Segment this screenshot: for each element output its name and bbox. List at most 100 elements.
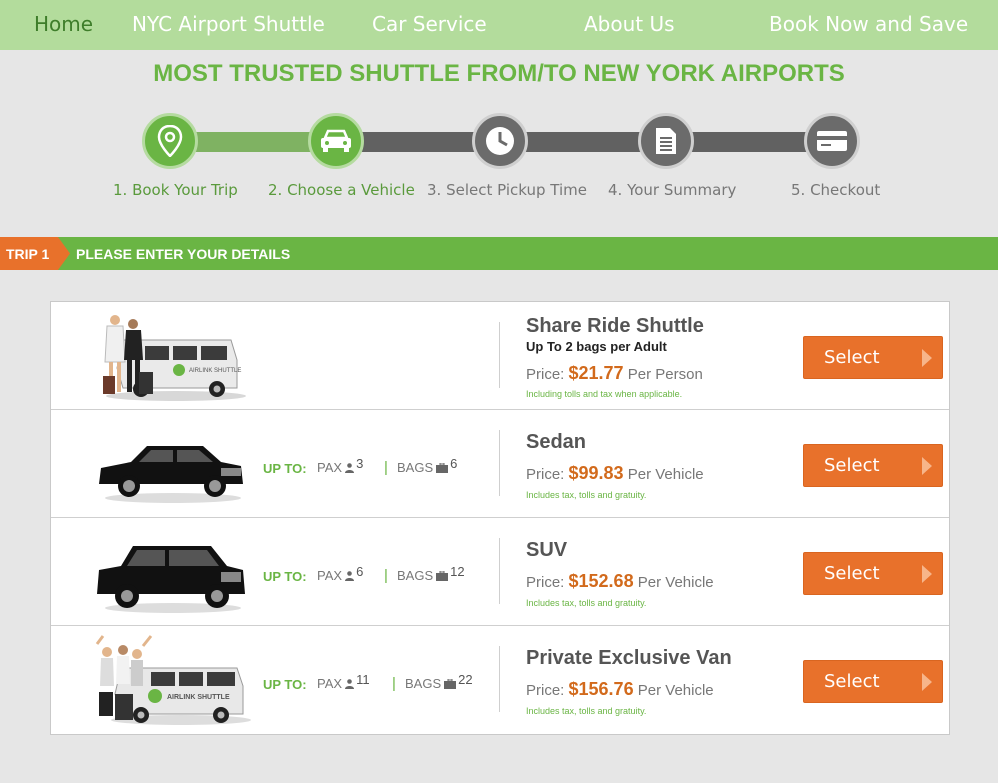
step-3-label[interactable]: 3. Select Pickup Time: [427, 181, 587, 199]
price-amount: $21.77: [568, 363, 624, 383]
row-divider: [499, 646, 500, 712]
select-button-label: Select: [824, 563, 880, 584]
pax-value: 3: [356, 456, 364, 471]
select-button-label: Select: [824, 455, 880, 476]
vehicle-name: Sedan: [526, 431, 587, 453]
select-private-van-button[interactable]: Select: [803, 660, 943, 703]
step-2-circle[interactable]: [308, 113, 364, 169]
vehicle-row-suv: UP TO: PAX 6 | BAGS 12 SUV Price: $152.68 …: [51, 518, 949, 626]
chevron-right-icon: [922, 349, 932, 367]
price-prefix: Price:: [526, 574, 565, 591]
select-sedan-button[interactable]: Select: [803, 444, 943, 487]
bags-label: BAGS: [397, 568, 434, 583]
price-line: Price: $152.68 Per Vehicle: [526, 571, 714, 592]
step-3-circle[interactable]: [472, 113, 528, 169]
trip-title: PLEASE ENTER YOUR DETAILS: [76, 246, 291, 262]
nav-nyc-airport-shuttle[interactable]: NYC Airport Shuttle: [132, 12, 325, 36]
price-note: Includes tax, tolls and gratuity.: [526, 598, 647, 608]
step-5-label[interactable]: 5. Checkout: [791, 181, 880, 199]
bags-value: 6: [450, 456, 458, 471]
capacity-up-to: UP TO:: [263, 461, 307, 476]
nav-book-now[interactable]: Book Now and Save: [769, 12, 968, 36]
vehicle-name: Share Ride Shuttle: [526, 315, 704, 337]
bags-value: 12: [450, 564, 465, 579]
price-note: Including tolls and tax when applicable.: [526, 389, 683, 399]
vehicle-row-private-van: AIRLINK SHUTTLE UP TO: PAX 11 | BAGS 22 Pr…: [51, 626, 949, 734]
trip-header-bar: TRIP 1 PLEASE ENTER YOUR DETAILS: [0, 237, 998, 270]
document-icon: [656, 128, 676, 154]
price-amount: $152.68: [568, 571, 634, 591]
vehicle-name: SUV: [526, 539, 568, 561]
van-logo-text: AIRLINK SHUTTLE: [167, 694, 230, 701]
capacity-up-to: UP TO:: [263, 569, 307, 584]
vehicle-name: Private Exclusive Van: [526, 647, 732, 669]
person-icon: [345, 571, 355, 581]
person-icon: [345, 679, 355, 689]
row-divider: [499, 538, 500, 604]
pax-capacity: PAX 6: [317, 564, 363, 583]
row-divider: [499, 430, 500, 496]
luggage-icon: [436, 463, 449, 473]
sedan-image: [99, 446, 243, 503]
vehicle-list: AIRLINK SHUTTLE Share Ride Shuttle Up To…: [50, 301, 950, 735]
bags-capacity: BAGS 6: [397, 456, 457, 475]
price-note: Includes tax, tolls and gratuity.: [526, 490, 647, 500]
nav-home[interactable]: Home: [34, 12, 93, 36]
select-button-label: Select: [824, 671, 880, 692]
price-prefix: Price:: [526, 366, 565, 383]
pax-label: PAX: [317, 676, 343, 691]
select-button-label: Select: [824, 347, 880, 368]
top-navigation: Home NYC Airport Shuttle Car Service Abo…: [0, 0, 998, 50]
nav-about-us[interactable]: About Us: [584, 12, 675, 36]
pax-capacity: PAX 11: [317, 672, 370, 691]
capacity-separator: |: [392, 675, 396, 692]
vehicle-row-share-ride: AIRLINK SHUTTLE Share Ride Shuttle Up To…: [51, 302, 949, 410]
clock-icon: [486, 127, 514, 155]
pax-capacity: PAX 3: [317, 456, 363, 475]
page-headline: MOST TRUSTED SHUTTLE FROM/TO NEW YORK AI…: [153, 60, 845, 87]
bags-capacity: BAGS 22: [405, 672, 473, 691]
credit-card-icon: [817, 131, 847, 151]
suv-image: [97, 546, 245, 613]
pax-label: PAX: [317, 568, 343, 583]
bags-value: 22: [458, 672, 473, 687]
nav-car-service[interactable]: Car Service: [372, 12, 487, 36]
pax-value: 11: [356, 672, 370, 687]
bags-label: BAGS: [405, 676, 442, 691]
shuttle-van-image: AIRLINK SHUTTLE: [103, 315, 246, 401]
vehicle-row-sedan: UP TO: PAX 3 | BAGS 6 Sedan Price: $99.83 …: [51, 410, 949, 518]
chevron-right-icon: [922, 457, 932, 475]
step-1-label[interactable]: 1. Book Your Trip: [113, 181, 238, 199]
step-2-label[interactable]: 2. Choose a Vehicle: [268, 181, 415, 199]
bags-label: BAGS: [397, 460, 434, 475]
luggage-icon: [436, 571, 449, 581]
price-amount: $99.83: [568, 463, 624, 483]
price-line: Price: $156.76 Per Vehicle: [526, 679, 714, 700]
capacity-up-to: UP TO:: [263, 677, 307, 692]
chevron-right-icon: [922, 673, 932, 691]
select-share-ride-button[interactable]: Select: [803, 336, 943, 379]
step-5-circle[interactable]: [804, 113, 860, 169]
luggage-icon: [444, 679, 457, 689]
select-suv-button[interactable]: Select: [803, 552, 943, 595]
progress-track-remaining: [336, 132, 832, 152]
step-4-circle[interactable]: [638, 113, 694, 169]
step-4-label[interactable]: 4. Your Summary: [608, 181, 736, 199]
price-unit: Per Vehicle: [637, 574, 714, 591]
step-1-circle[interactable]: [142, 113, 198, 169]
car-icon: [321, 129, 351, 152]
price-prefix: Price:: [526, 682, 565, 699]
map-pin-icon: [157, 125, 183, 157]
price-unit: Per Vehicle: [637, 682, 714, 699]
capacity-separator: |: [384, 567, 388, 584]
capacity-separator: |: [384, 459, 388, 476]
van-logo-text: AIRLINK SHUTTLE: [189, 368, 241, 374]
booking-progress: 1. Book Your Trip 2. Choose a Vehicle 3.…: [0, 110, 998, 210]
row-divider: [499, 322, 500, 388]
pax-label: PAX: [317, 460, 343, 475]
price-prefix: Price:: [526, 466, 565, 483]
price-unit: Per Person: [627, 366, 703, 383]
price-line: Price: $99.83 Per Vehicle: [526, 463, 704, 484]
trip-tag: TRIP 1: [0, 237, 70, 270]
price-line: Price: $21.77 Per Person: [526, 363, 703, 384]
